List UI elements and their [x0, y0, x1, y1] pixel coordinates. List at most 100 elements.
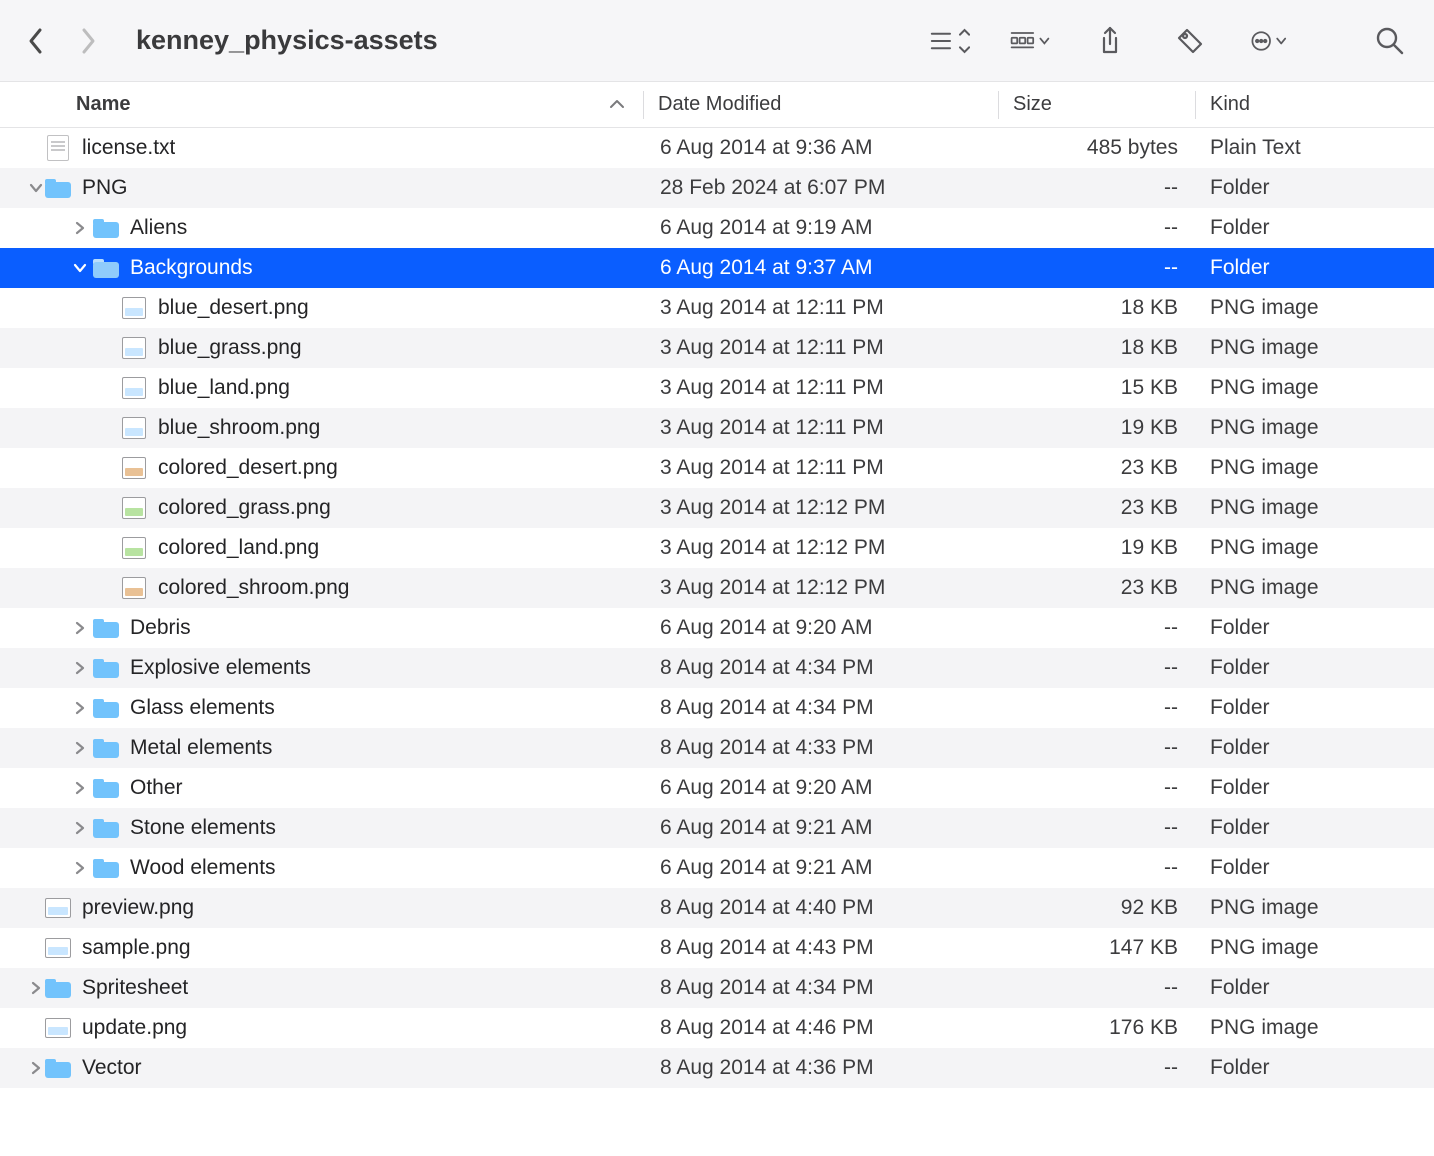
date-modified: 28 Feb 2024 at 6:07 PM	[646, 176, 1000, 200]
image-thumbnail-icon	[120, 534, 148, 562]
disclosure-triangle-icon[interactable]	[28, 980, 44, 996]
name-cell: Vector	[44, 1054, 646, 1082]
disclosure-triangle-icon[interactable]	[28, 1060, 44, 1076]
file-size: --	[1000, 696, 1196, 720]
column-header-name[interactable]: Name	[76, 93, 643, 116]
name-cell: colored_desert.png	[44, 454, 646, 482]
file-row[interactable]: blue_land.png3 Aug 2014 at 12:11 PM15 KB…	[0, 368, 1434, 408]
disclosure-triangle-icon[interactable]	[70, 741, 90, 755]
search-button[interactable]	[1370, 21, 1410, 61]
name-cell: Aliens	[44, 214, 646, 242]
disclosure-triangle-icon[interactable]	[70, 861, 90, 875]
file-name: Aliens	[130, 216, 187, 240]
file-row[interactable]: Metal elements8 Aug 2014 at 4:33 PM--Fol…	[0, 728, 1434, 768]
disclosure-triangle-icon[interactable]	[70, 821, 90, 835]
file-row[interactable]: Spritesheet8 Aug 2014 at 4:34 PM--Folder	[0, 968, 1434, 1008]
file-list: license.txt6 Aug 2014 at 9:36 AM485 byte…	[0, 128, 1434, 1088]
column-header-kind[interactable]: Kind	[1196, 93, 1434, 116]
toolbar-actions	[930, 21, 1410, 61]
file-row[interactable]: license.txt6 Aug 2014 at 9:36 AM485 byte…	[0, 128, 1434, 168]
disclosure-triangle-icon[interactable]	[70, 781, 90, 795]
name-cell: Backgrounds	[44, 254, 646, 282]
forward-button[interactable]	[76, 29, 100, 53]
file-size: 23 KB	[1000, 496, 1196, 520]
file-row[interactable]: PNG28 Feb 2024 at 6:07 PM--Folder	[0, 168, 1434, 208]
file-kind: Folder	[1196, 736, 1434, 760]
column-header-date[interactable]: Date Modified	[644, 93, 998, 116]
image-thumbnail-icon	[120, 414, 148, 442]
disclosure-triangle-icon[interactable]	[28, 180, 44, 196]
file-name: PNG	[82, 176, 128, 200]
folder-icon	[92, 854, 120, 882]
date-modified: 3 Aug 2014 at 12:11 PM	[646, 296, 1000, 320]
file-size: 92 KB	[1000, 896, 1196, 920]
image-thumbnail-icon	[120, 374, 148, 402]
file-kind: PNG image	[1196, 376, 1434, 400]
file-size: 176 KB	[1000, 1016, 1196, 1040]
disclosure-triangle-icon[interactable]	[70, 701, 90, 715]
more-actions-button[interactable]	[1250, 21, 1290, 61]
image-thumbnail-icon	[120, 454, 148, 482]
file-row[interactable]: sample.png8 Aug 2014 at 4:43 PM147 KBPNG…	[0, 928, 1434, 968]
disclosure-triangle-icon[interactable]	[70, 261, 90, 275]
file-size: --	[1000, 176, 1196, 200]
folder-icon	[92, 694, 120, 722]
date-modified: 3 Aug 2014 at 12:11 PM	[646, 336, 1000, 360]
tags-button[interactable]	[1170, 21, 1210, 61]
file-row[interactable]: Wood elements6 Aug 2014 at 9:21 AM--Fold…	[0, 848, 1434, 888]
image-thumbnail-icon	[120, 494, 148, 522]
file-row[interactable]: colored_land.png3 Aug 2014 at 12:12 PM19…	[0, 528, 1434, 568]
group-by-button[interactable]	[1010, 21, 1050, 61]
disclosure-triangle-icon[interactable]	[70, 621, 90, 635]
share-button[interactable]	[1090, 21, 1130, 61]
file-row[interactable]: blue_desert.png3 Aug 2014 at 12:11 PM18 …	[0, 288, 1434, 328]
name-cell: colored_grass.png	[44, 494, 646, 522]
column-header-size[interactable]: Size	[999, 93, 1195, 116]
window-title: kenney_physics-assets	[136, 25, 438, 56]
date-modified: 3 Aug 2014 at 12:12 PM	[646, 536, 1000, 560]
date-modified: 8 Aug 2014 at 4:33 PM	[646, 736, 1000, 760]
file-row[interactable]: Stone elements6 Aug 2014 at 9:21 AM--Fol…	[0, 808, 1434, 848]
date-modified: 6 Aug 2014 at 9:37 AM	[646, 256, 1000, 280]
date-modified: 8 Aug 2014 at 4:46 PM	[646, 1016, 1000, 1040]
file-name: blue_grass.png	[158, 336, 302, 360]
view-list-button[interactable]	[930, 21, 970, 61]
file-row[interactable]: Explosive elements8 Aug 2014 at 4:34 PM-…	[0, 648, 1434, 688]
name-cell: blue_desert.png	[44, 294, 646, 322]
back-button[interactable]	[24, 29, 48, 53]
disclosure-triangle-icon[interactable]	[70, 221, 90, 235]
folder-icon	[92, 214, 120, 242]
file-name: license.txt	[82, 136, 175, 160]
file-row[interactable]: colored_desert.png3 Aug 2014 at 12:11 PM…	[0, 448, 1434, 488]
file-name: Vector	[82, 1056, 142, 1080]
disclosure-triangle-icon[interactable]	[70, 661, 90, 675]
file-row[interactable]: update.png8 Aug 2014 at 4:46 PM176 KBPNG…	[0, 1008, 1434, 1048]
file-row[interactable]: colored_shroom.png3 Aug 2014 at 12:12 PM…	[0, 568, 1434, 608]
file-name: Glass elements	[130, 696, 275, 720]
file-row[interactable]: preview.png8 Aug 2014 at 4:40 PM92 KBPNG…	[0, 888, 1434, 928]
file-row[interactable]: colored_grass.png3 Aug 2014 at 12:12 PM2…	[0, 488, 1434, 528]
file-kind: PNG image	[1196, 576, 1434, 600]
file-name: preview.png	[82, 896, 194, 920]
file-kind: Folder	[1196, 856, 1434, 880]
file-row[interactable]: Other6 Aug 2014 at 9:20 AM--Folder	[0, 768, 1434, 808]
folder-icon	[92, 814, 120, 842]
file-row[interactable]: Aliens6 Aug 2014 at 9:19 AM--Folder	[0, 208, 1434, 248]
file-row[interactable]: Vector8 Aug 2014 at 4:36 PM--Folder	[0, 1048, 1434, 1088]
file-row[interactable]: blue_grass.png3 Aug 2014 at 12:11 PM18 K…	[0, 328, 1434, 368]
folder-icon	[44, 974, 72, 1002]
file-row[interactable]: Glass elements8 Aug 2014 at 4:34 PM--Fol…	[0, 688, 1434, 728]
file-row[interactable]: blue_shroom.png3 Aug 2014 at 12:11 PM19 …	[0, 408, 1434, 448]
column-header-row: Name Date Modified Size Kind	[0, 82, 1434, 128]
name-cell: update.png	[44, 1014, 646, 1042]
name-cell: Spritesheet	[44, 974, 646, 1002]
file-row[interactable]: Backgrounds6 Aug 2014 at 9:37 AM--Folder	[0, 248, 1434, 288]
file-kind: Folder	[1196, 256, 1434, 280]
image-thumbnail-icon	[120, 294, 148, 322]
file-kind: Folder	[1196, 1056, 1434, 1080]
name-cell: blue_shroom.png	[44, 414, 646, 442]
folder-icon	[92, 654, 120, 682]
name-cell: Wood elements	[44, 854, 646, 882]
file-row[interactable]: Debris6 Aug 2014 at 9:20 AM--Folder	[0, 608, 1434, 648]
file-name: colored_land.png	[158, 536, 319, 560]
